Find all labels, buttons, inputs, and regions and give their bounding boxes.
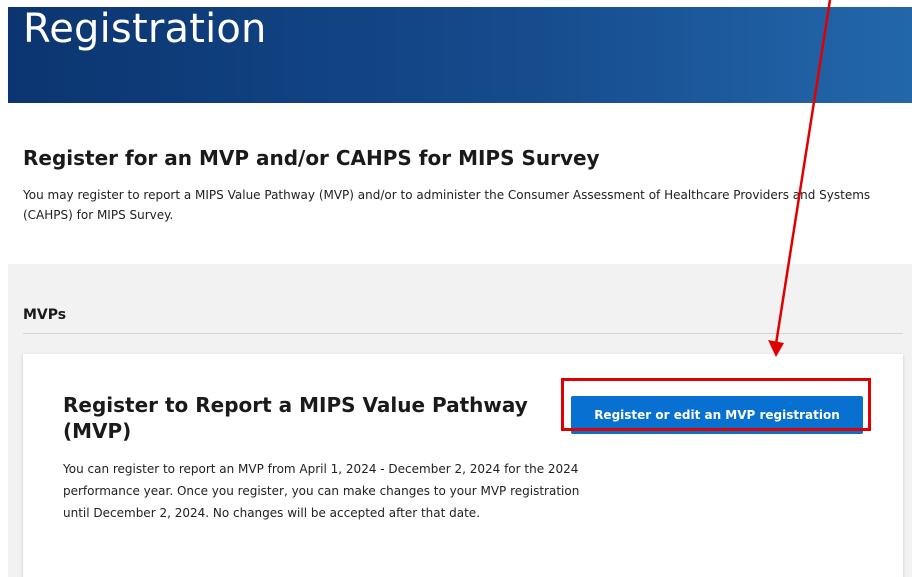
page-header-banner: Registration — [8, 7, 912, 103]
registration-section-description: You may register to report a MIPS Value … — [23, 188, 871, 222]
mvp-card-title: Register to Report a MIPS Value Pathway … — [63, 393, 528, 443]
page-title: Registration — [23, 7, 267, 52]
mvps-heading: MVPs — [23, 307, 67, 323]
page-frame: Registration Register for an MVP and/or … — [8, 7, 912, 577]
mvp-card-description: You can register to report an MVP from A… — [63, 462, 580, 520]
mvp-registration-card: Register to Report a MIPS Value Pathway … — [23, 354, 903, 577]
mvps-section: MVPs Register to Report a MIPS Value Pat… — [8, 264, 912, 577]
register-mvp-button[interactable]: Register or edit an MVP registration — [571, 396, 863, 434]
registration-section-title: Register for an MVP and/or CAHPS for MIP… — [23, 146, 600, 170]
section-divider — [23, 333, 903, 334]
